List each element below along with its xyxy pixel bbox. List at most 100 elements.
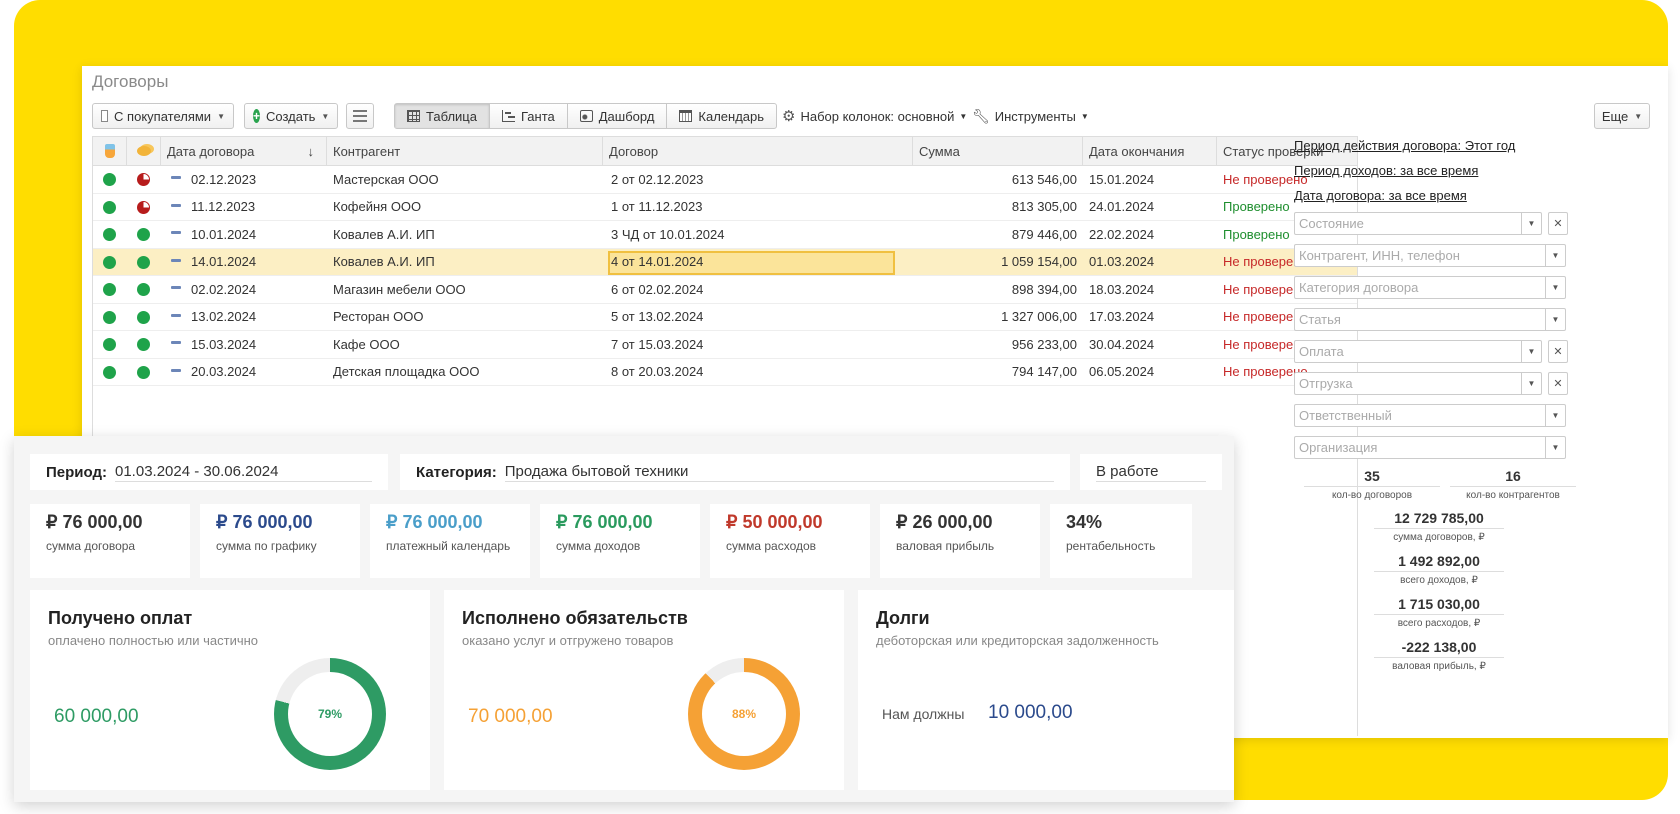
- table-row[interactable]: 20.03.2024 Детская площадка ООО 8 от 20.03…: [93, 359, 1357, 386]
- column-header-label: Сумма: [919, 143, 960, 159]
- chevron-down-icon[interactable]: ▼: [1545, 277, 1565, 298]
- sort-arrow-icon[interactable]: ↓: [308, 144, 315, 159]
- contract-dashboard: Период: 01.03.2024 - 30.06.2024 Категори…: [14, 436, 1234, 802]
- view-tab-calendar[interactable]: Календарь: [667, 104, 776, 128]
- view-tab-gantt[interactable]: Ганта: [490, 104, 568, 128]
- category-filter[interactable]: Категория договора ▼: [1294, 276, 1566, 299]
- buyers-filter-button[interactable]: С покупателями ▼: [92, 103, 234, 129]
- period-value: 01.03.2024 - 30.06.2024: [115, 463, 372, 482]
- chevron-down-icon[interactable]: ▼: [1521, 341, 1541, 362]
- column-header-counterparty[interactable]: Контрагент: [327, 137, 603, 165]
- debts-card: Долги деботорская или кредиторская задол…: [858, 590, 1234, 790]
- filter-sidebar: Период действия договора: Этот год Перио…: [1282, 66, 1586, 686]
- cell-amount: 1 327 006,00: [1001, 309, 1077, 325]
- stat-counterparties-count: 16 кол-во контрагентов: [1450, 468, 1576, 501]
- column-header-end-date[interactable]: Дата окончания: [1083, 137, 1217, 165]
- more-button[interactable]: Еще ▼: [1594, 103, 1650, 129]
- payment-dot-icon: [137, 310, 150, 324]
- period-contract-link[interactable]: Период действия договора: Этот год: [1294, 138, 1515, 153]
- kpi-value: 34%: [1066, 512, 1103, 532]
- status-field[interactable]: В работе: [1080, 454, 1222, 490]
- paid-percent: 79%: [288, 672, 372, 756]
- payment-dot-icon: [137, 338, 150, 351]
- cell-amount: 898 394,00: [1011, 281, 1077, 297]
- period-income-link[interactable]: Период доходов: за все время: [1294, 163, 1478, 178]
- chevron-down-icon[interactable]: ▼: [1545, 245, 1565, 266]
- more-label: Еще: [1601, 108, 1629, 124]
- view-tab-table[interactable]: Таблица: [395, 104, 490, 128]
- table-row[interactable]: 02.02.2024 Магазин мебели ООО 6 от 02.02.2…: [93, 276, 1357, 304]
- list-icon: [353, 110, 367, 122]
- tools-label: Инструменты: [994, 108, 1076, 124]
- document-dash-icon: [171, 286, 181, 289]
- column-header-contract[interactable]: Договор: [603, 137, 913, 165]
- category-filter-placeholder: Категория договора: [1299, 280, 1419, 295]
- stat-value: 1 492 892,00: [1374, 553, 1504, 572]
- chevron-down-icon[interactable]: ▼: [1545, 405, 1565, 426]
- gear-icon: ⚙: [782, 108, 796, 125]
- table-row[interactable]: 14.01.2024 Ковалев А.И. ИП 4 от 14.01.2024…: [93, 248, 1357, 276]
- cell-end-date: 17.03.2024: [1089, 309, 1155, 325]
- table-row[interactable]: 10.01.2024 Ковалев А.И. ИП 3 ЧД от 10.01.2…: [93, 221, 1357, 249]
- column-header-label: Дата окончания: [1089, 143, 1185, 159]
- clear-payment-button[interactable]: ✕: [1548, 340, 1568, 363]
- stat-label: кол-во контрагентов: [1466, 490, 1560, 501]
- table-header-row: Дата договора ↓ Контрагент Договор Сумма…: [93, 137, 1357, 166]
- category-field[interactable]: Категория: Продажа бытовой техники: [400, 454, 1070, 490]
- counterparty-filter[interactable]: Контрагент, ИНН, телефон ▼: [1294, 244, 1566, 267]
- article-filter-placeholder: Статья: [1299, 312, 1341, 327]
- chevron-down-icon: ▼: [217, 111, 225, 121]
- kpi-card: ₽ 76 000,00 сумма доходов: [540, 504, 700, 578]
- chevron-down-icon[interactable]: ▼: [1545, 309, 1565, 330]
- state-dot-icon: [103, 283, 116, 296]
- column-header-amount[interactable]: Сумма: [913, 137, 1083, 165]
- kpi-label: сумма по графику: [216, 539, 317, 553]
- table-row[interactable]: 02.12.2023 Мастерская ООО 2 от 02.12.2023 6…: [93, 166, 1357, 194]
- table-row[interactable]: 11.12.2023 Кофейня ООО 1 от 11.12.2023 813 …: [93, 194, 1357, 221]
- cell-contract: 1 от 11.12.2023: [611, 199, 703, 215]
- responsible-filter[interactable]: Ответственный ▼: [1294, 404, 1566, 427]
- kpi-card: ₽ 50 000,00 сумма расходов: [710, 504, 870, 578]
- fulfilled-title: Исполнено обязательств: [462, 608, 688, 628]
- organization-filter[interactable]: Организация ▼: [1294, 436, 1566, 459]
- stage: Договоры С покупателями ▼ + Создать ▼ Та…: [0, 0, 1680, 814]
- wrench-icon: 🔧︎: [972, 107, 990, 124]
- period-field[interactable]: Период: 01.03.2024 - 30.06.2024: [30, 454, 388, 490]
- kpi-label: сумма доходов: [556, 539, 641, 553]
- state-filter[interactable]: Состояние ▼: [1294, 212, 1542, 235]
- column-header-payment[interactable]: [127, 137, 161, 165]
- document-dash-icon: [171, 258, 181, 262]
- columns-set-menu[interactable]: ⚙ Набор колонок: основной ▼: [782, 103, 967, 129]
- cell-contract: 2 от 02.12.2023: [611, 171, 704, 187]
- tools-menu[interactable]: 🔧︎ Инструменты ▼: [972, 103, 1089, 129]
- table-row[interactable]: 15.03.2024 Кафе ООО 7 от 15.03.2024 956 233…: [93, 331, 1357, 359]
- payment-dot-icon: [137, 228, 150, 241]
- column-header-date[interactable]: Дата договора ↓: [161, 137, 327, 165]
- cell-contract: 5 от 13.02.2024: [611, 309, 704, 325]
- payment-dot-icon: [137, 365, 150, 379]
- table-row[interactable]: 13.02.2024 Ресторан ООО 5 от 13.02.2024 1 3…: [93, 304, 1357, 331]
- chevron-down-icon[interactable]: ▼: [1545, 437, 1565, 458]
- chevron-down-icon[interactable]: ▼: [1521, 373, 1541, 394]
- cell-counterparty: Ресторан ООО: [333, 309, 424, 325]
- payment-filter[interactable]: Оплата ▼: [1294, 340, 1542, 363]
- shipment-filter[interactable]: Отгрузка ▼: [1294, 372, 1542, 395]
- article-filter[interactable]: Статья ▼: [1294, 308, 1566, 331]
- chevron-down-icon[interactable]: ▼: [1521, 213, 1541, 234]
- view-tab-dashboard[interactable]: Дашборд: [568, 104, 668, 128]
- cell-counterparty: Мастерская ООО: [333, 171, 439, 187]
- state-dot-icon: [103, 310, 116, 324]
- column-header-state[interactable]: [93, 137, 127, 165]
- document-dash-icon: [171, 231, 181, 234]
- contract-date-link[interactable]: Дата договора: за все время: [1294, 188, 1467, 203]
- calendar-icon: [679, 110, 693, 122]
- cell-date: 15.03.2024: [191, 336, 257, 352]
- stat-sum-contracts: 12 729 785,00 сумма договоров, ₽: [1374, 510, 1504, 543]
- clear-state-button[interactable]: ✕: [1548, 212, 1568, 235]
- gantt-icon: [501, 110, 515, 122]
- list-settings-button[interactable]: [346, 103, 374, 129]
- create-button[interactable]: + Создать ▼: [244, 103, 338, 129]
- kpi-value: ₽ 50 000,00: [726, 512, 823, 532]
- clear-shipment-button[interactable]: ✕: [1548, 372, 1568, 395]
- cell-date: 13.02.2024: [191, 309, 257, 325]
